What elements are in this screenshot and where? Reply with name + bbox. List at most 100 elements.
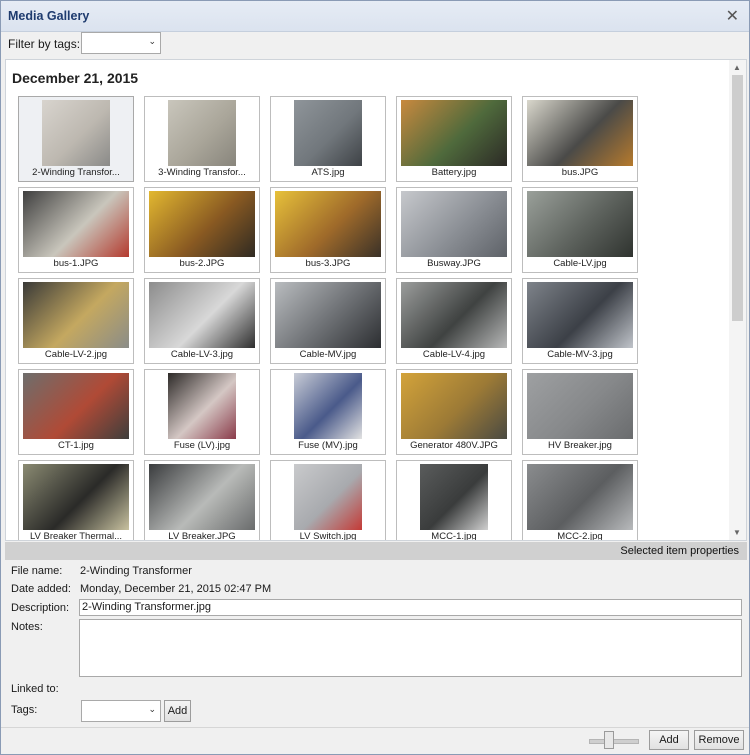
thumbnail-image xyxy=(527,464,633,530)
thumbnail-caption: Fuse (MV).jpg xyxy=(298,440,358,451)
thumbnail-image xyxy=(23,464,129,530)
thumbnail-caption: bus-3.JPG xyxy=(305,258,351,269)
gallery-item[interactable]: bus.JPG xyxy=(522,96,638,182)
thumbnail-image xyxy=(23,191,129,257)
thumbnail-caption: Cable-MV.jpg xyxy=(299,349,357,360)
properties-header: Selected item properties xyxy=(5,542,747,560)
gallery-item[interactable]: LV Switch.jpg xyxy=(270,460,386,540)
add-media-button[interactable]: Add xyxy=(649,730,689,750)
thumbnail-image xyxy=(23,282,129,348)
chevron-down-icon: ⌄ xyxy=(148,704,156,714)
vertical-scrollbar[interactable]: ▲ ▼ xyxy=(729,60,746,540)
thumbnail-image xyxy=(275,464,381,530)
gallery-item[interactable]: Cable-LV-2.jpg xyxy=(18,278,134,364)
thumbnail-image xyxy=(275,100,381,166)
tags-label: Tags: xyxy=(11,704,38,716)
gallery-item[interactable]: Battery.jpg xyxy=(396,96,512,182)
gallery-item[interactable]: Fuse (MV).jpg xyxy=(270,369,386,455)
thumbnail-image xyxy=(527,373,633,439)
thumbnail-grid: 2-Winding Transfor... 3-Winding Transfor.… xyxy=(18,96,638,541)
gallery-item[interactable]: LV Breaker.JPG xyxy=(144,460,260,541)
scrollbar-thumb[interactable] xyxy=(732,75,743,321)
gallery-item[interactable]: Fuse (LV).jpg xyxy=(144,369,260,455)
thumbnail-caption: Cable-LV-4.jpg xyxy=(422,349,486,360)
linked-to-label: Linked to: xyxy=(11,683,59,695)
notes-label: Notes: xyxy=(11,621,43,633)
thumbnail-caption: bus-2.JPG xyxy=(179,258,225,269)
thumbnail-caption: bus-1.JPG xyxy=(53,258,99,269)
close-icon[interactable]: ✕ xyxy=(726,6,739,26)
zoom-slider-handle[interactable] xyxy=(604,731,615,749)
filter-bar: Filter by tags: ⌄ xyxy=(1,32,749,58)
gallery-item[interactable]: Cable-MV-3.jpg xyxy=(522,278,638,364)
media-gallery-window: Media Gallery ✕ Filter by tags: ⌄ Decemb… xyxy=(0,0,750,755)
title-bar: Media Gallery ✕ xyxy=(1,1,749,32)
thumbnail-caption: Cable-LV.jpg xyxy=(553,258,607,269)
gallery-item[interactable]: Cable-LV-4.jpg xyxy=(396,278,512,364)
thumbnail-caption: MCC-2.jpg xyxy=(557,531,603,541)
gallery-item[interactable]: Cable-LV.jpg xyxy=(522,187,638,273)
filter-tags-dropdown[interactable]: ⌄ xyxy=(81,32,161,54)
date-added-value: Monday, December 21, 2015 02:47 PM xyxy=(80,583,272,595)
thumbnail-image xyxy=(401,191,507,257)
remove-media-button[interactable]: Remove xyxy=(694,730,744,750)
thumbnail-image xyxy=(275,191,381,257)
thumbnail-caption: Cable-MV-3.jpg xyxy=(547,349,613,360)
thumbnail-image xyxy=(149,191,255,257)
add-tag-button[interactable]: Add xyxy=(164,700,191,722)
thumbnail-image xyxy=(23,100,129,166)
thumbnail-image xyxy=(149,100,255,166)
date-added-label: Date added: xyxy=(11,583,71,595)
gallery-item[interactable]: 3-Winding Transfor... xyxy=(144,96,260,182)
footer-bar: Add Remove xyxy=(1,727,749,755)
thumbnail-caption: Cable-LV-3.jpg xyxy=(170,349,234,360)
description-field[interactable]: 2-Winding Transformer.jpg xyxy=(79,599,742,616)
thumbnail-image xyxy=(401,282,507,348)
thumbnail-caption: bus.JPG xyxy=(561,167,599,178)
gallery-item[interactable]: 2-Winding Transfor... xyxy=(18,96,134,182)
thumbnail-caption: LV Breaker.JPG xyxy=(168,531,236,541)
thumbnail-caption: ATS.jpg xyxy=(311,167,345,178)
gallery-item[interactable]: Generator 480V.JPG xyxy=(396,369,512,455)
chevron-down-icon: ⌄ xyxy=(148,36,156,46)
thumbnail-image xyxy=(401,464,507,530)
gallery-item[interactable]: LV Breaker Thermal... xyxy=(18,460,134,540)
window-title: Media Gallery xyxy=(8,9,90,23)
gallery-item[interactable]: Cable-MV.jpg xyxy=(270,278,386,364)
thumbnail-image xyxy=(149,464,255,530)
thumbnail-image xyxy=(401,100,507,166)
gallery-item[interactable]: HV Breaker.jpg xyxy=(522,369,638,455)
scroll-up-icon[interactable]: ▲ xyxy=(733,63,741,72)
thumbnail-image xyxy=(149,373,255,439)
thumbnail-caption: 3-Winding Transfor... xyxy=(158,167,246,178)
gallery-item[interactable]: ATS.jpg xyxy=(270,96,386,182)
gallery-item[interactable]: Cable-LV-3.jpg xyxy=(144,278,260,364)
thumbnail-caption: MCC-1.jpg xyxy=(431,531,477,541)
filter-label: Filter by tags: xyxy=(8,37,81,51)
thumbnail-caption: HV Breaker.jpg xyxy=(548,440,612,451)
gallery-item[interactable]: MCC-2.jpg xyxy=(522,460,638,541)
tags-dropdown[interactable]: ⌄ xyxy=(81,700,161,722)
thumbnail-caption: CT-1.jpg xyxy=(58,440,94,451)
gallery-item[interactable]: bus-1.JPG xyxy=(18,187,134,273)
gallery-item[interactable]: bus-3.JPG xyxy=(270,187,386,273)
thumbnail-image xyxy=(527,191,633,257)
gallery-item[interactable]: MCC-1.jpg xyxy=(396,460,512,541)
gallery-item[interactable]: bus-2.JPG xyxy=(144,187,260,273)
thumbnail-caption: Generator 480V.JPG xyxy=(410,440,498,451)
description-label: Description: xyxy=(11,602,70,614)
thumbnail-image xyxy=(275,373,381,439)
thumbnail-caption: Cable-LV-2.jpg xyxy=(44,349,108,360)
file-name-value: 2-Winding Transformer xyxy=(80,565,192,577)
scroll-down-icon[interactable]: ▼ xyxy=(733,528,741,537)
thumbnail-image xyxy=(527,100,633,166)
file-name-label: File name: xyxy=(11,565,63,577)
thumbnail-caption: 2-Winding Transfor... xyxy=(32,167,120,178)
thumbnail-image xyxy=(401,373,507,439)
thumbnail-image xyxy=(527,282,633,348)
gallery-item[interactable]: Busway.JPG xyxy=(396,187,512,273)
thumbnail-image xyxy=(23,373,129,439)
thumbnail-caption: Fuse (LV).jpg xyxy=(173,440,231,451)
gallery-item[interactable]: CT-1.jpg xyxy=(18,369,134,455)
notes-field[interactable] xyxy=(79,619,742,677)
